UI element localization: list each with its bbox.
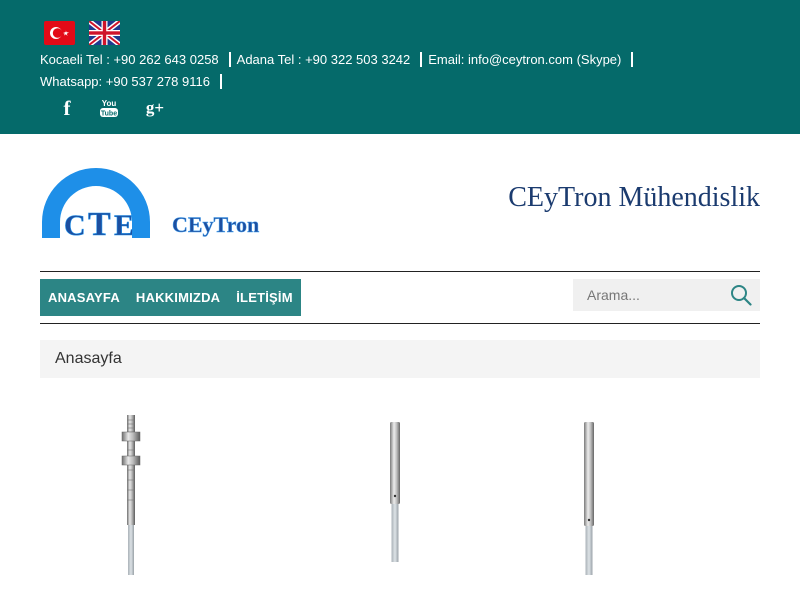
svg-text:T: T	[88, 206, 111, 243]
search-box	[573, 279, 760, 311]
nav-item-hakkimizda[interactable]: HAKKIMIZDA	[136, 290, 220, 305]
divider	[40, 271, 760, 272]
ceytron-logo[interactable]: C T E CEyTron	[40, 164, 300, 244]
contact-line: Whatsapp: +90 537 278 9116	[40, 74, 228, 89]
main-nav: ANASAYFA HAKKIMIZDA İLETİŞİM	[40, 279, 301, 316]
social-links: f You Tube g+	[58, 96, 168, 120]
svg-text:CEyTron: CEyTron	[172, 212, 259, 237]
svg-text:You: You	[102, 99, 117, 108]
separator	[228, 52, 231, 67]
search-input[interactable]	[573, 279, 723, 311]
site-title: CEyTron Mühendislik	[508, 182, 760, 213]
svg-text:C: C	[64, 209, 86, 242]
product-image-threaded-sensor[interactable]	[110, 410, 150, 575]
whatsapp-number[interactable]: Whatsapp: +90 537 278 9116	[40, 74, 210, 89]
email-link[interactable]: Email: info@ceytron.com (Skype)	[428, 52, 621, 67]
google-plus-icon[interactable]: g+	[142, 97, 168, 119]
nav-item-iletisim[interactable]: İLETİŞİM	[236, 290, 293, 305]
contact-line: Kocaeli Tel : +90 262 643 0258 Adana Tel …	[40, 52, 639, 67]
kocaeli-phone[interactable]: Kocaeli Tel : +90 262 643 0258	[40, 52, 219, 67]
product-image-smooth-sensor[interactable]	[576, 410, 602, 575]
nav-item-anasayfa[interactable]: ANASAYFA	[48, 290, 120, 305]
separator	[219, 74, 222, 89]
breadcrumb: Anasayfa	[40, 340, 760, 378]
separator	[631, 52, 634, 67]
divider	[40, 323, 760, 324]
product-image-smooth-sensor[interactable]	[382, 410, 408, 575]
search-icon[interactable]	[730, 284, 752, 306]
youtube-icon[interactable]: You Tube	[98, 97, 120, 119]
adana-phone[interactable]: Adana Tel : +90 322 503 3242	[237, 52, 411, 67]
english-flag-icon[interactable]	[89, 21, 120, 45]
turkish-flag-icon[interactable]	[44, 21, 75, 45]
breadcrumb-current: Anasayfa	[55, 350, 122, 367]
facebook-icon[interactable]: f	[58, 96, 76, 120]
language-selector	[44, 21, 120, 45]
svg-text:E: E	[114, 209, 134, 242]
svg-text:Tube: Tube	[101, 111, 117, 118]
top-contact-bar: Kocaeli Tel : +90 262 643 0258 Adana Tel …	[0, 0, 800, 134]
separator	[420, 52, 423, 67]
